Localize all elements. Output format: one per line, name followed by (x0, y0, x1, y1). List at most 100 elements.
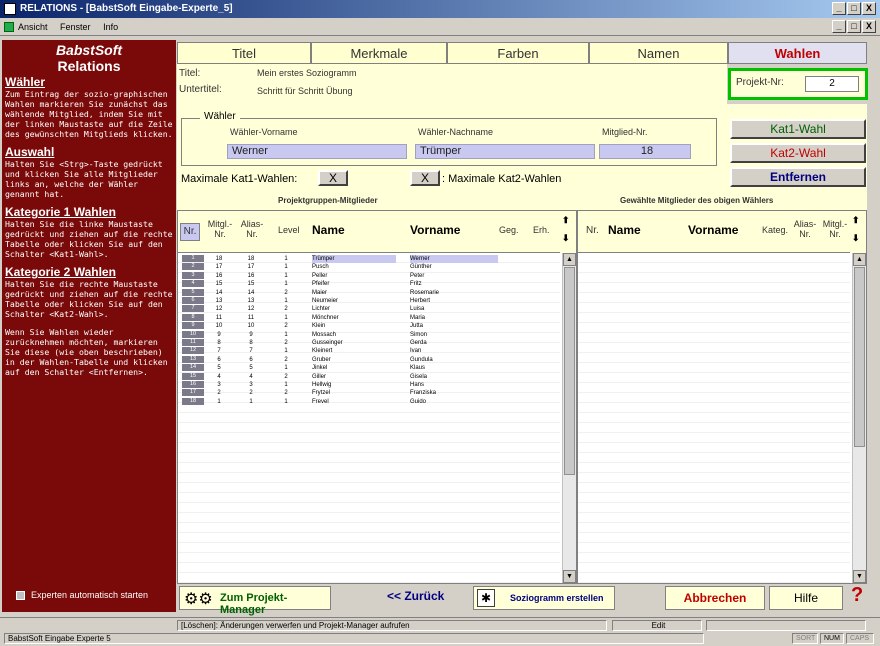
row-selector[interactable]: 15 (182, 372, 204, 380)
table-row[interactable]: 14 5 5 1 Jinkel Klaus (178, 364, 558, 372)
projekt-manager-button[interactable]: ⚙⚙ Zum Projekt-Manager (179, 586, 331, 616)
auto-start-checkbox[interactable] (16, 590, 25, 600)
chosen-scrollbar[interactable]: ▲ ▼ (852, 253, 866, 583)
table-row[interactable]: 13 6 6 2 Gruber Gundula (178, 355, 558, 364)
members-scrollbar[interactable]: ▲ ▼ (562, 253, 576, 583)
kat2-wahl-button[interactable]: Kat2-Wahl (730, 143, 866, 163)
table-row[interactable]: 9 10 10 2 Klein Jutta (178, 322, 558, 330)
sort-down-icon[interactable]: ⬇ (562, 233, 574, 247)
table-row[interactable]: 15 4 4 2 Giller Gisela (178, 372, 558, 381)
hilfe-button[interactable]: Hilfe (769, 586, 843, 610)
row-selector[interactable]: 14 (182, 364, 204, 372)
row-selector[interactable]: 1 (182, 255, 204, 262)
entfernen-button[interactable]: Entfernen (730, 167, 866, 187)
table-row[interactable]: 10 9 9 1 Mossach Simon (178, 330, 558, 339)
col-level[interactable]: Level (278, 225, 300, 235)
kat1-wahl-button[interactable]: Kat1-Wahl (730, 119, 866, 139)
col-r-mitgl-nr[interactable]: Mitgl.-Nr. (822, 219, 848, 239)
row-selector[interactable]: 5 (182, 288, 204, 296)
r-scroll-up-icon[interactable]: ▲ (853, 253, 866, 266)
max-kat2-field[interactable]: X (410, 170, 440, 186)
row-selector[interactable]: 8 (182, 313, 204, 321)
col-name[interactable]: Name (312, 223, 345, 237)
row-selector[interactable]: 6 (182, 297, 204, 304)
r-scroll-down-icon[interactable]: ▼ (853, 570, 866, 583)
row-selector[interactable]: 3 (182, 271, 204, 279)
close-button[interactable]: X (862, 2, 876, 15)
table-row[interactable]: 12 7 7 1 Kleinert Ivan (178, 347, 558, 355)
tab-merkmale[interactable]: Merkmale (311, 42, 447, 64)
tab-wahlen[interactable]: Wahlen (728, 42, 867, 64)
col-vorname[interactable]: Vorname (410, 223, 460, 237)
col-mitgl-nr[interactable]: Mitgl.-Nr. (206, 219, 234, 239)
menu-ansicht[interactable]: Ansicht (18, 22, 48, 32)
row-selector[interactable]: 12 (182, 347, 204, 355)
zurueck-button[interactable]: << Zurück (387, 589, 444, 603)
row-selector[interactable]: 10 (182, 330, 204, 338)
table-row[interactable]: 2 17 17 1 Pusch Günther (178, 263, 558, 271)
minimize-button[interactable]: _ (832, 2, 846, 15)
sort-up-icon[interactable]: ⬆ (562, 215, 574, 229)
table-row[interactable]: 6 13 13 1 Neumeier Herbert (178, 297, 558, 305)
row-selector[interactable]: 2 (182, 263, 204, 271)
table-row[interactable]: 7 12 12 2 Lichter Luisa (178, 305, 558, 313)
table-row[interactable]: 5 14 14 2 Maier Rosemarie (178, 288, 558, 297)
auto-start-option[interactable]: Experten automatisch starten (16, 590, 148, 600)
col-erh[interactable]: Erh. (533, 225, 550, 235)
col-r-vorname[interactable]: Vorname (688, 223, 738, 237)
max-kat2-label: : Maximale Kat2-Wahlen (442, 173, 562, 185)
row-selector[interactable]: 7 (182, 305, 204, 313)
abbrechen-button[interactable]: Abbrechen (665, 586, 765, 610)
members-table[interactable]: Nr. Mitgl.-Nr. Alias-Nr. Level Name Vorn… (177, 210, 577, 584)
chosen-members-table[interactable]: Nr. Name Vorname Kateg. Alias-Nr. Mitgl.… (577, 210, 867, 584)
doc-close-button[interactable]: X (862, 20, 876, 33)
table-cell: 1 (284, 298, 288, 304)
table-row[interactable]: 1 18 18 1 Trümper Werner (178, 255, 558, 263)
doc-restore-button[interactable]: □ (847, 20, 861, 33)
table-row[interactable]: 17 2 2 2 Frytzel Franziska (178, 389, 558, 397)
row-selector[interactable]: 13 (182, 355, 204, 363)
col-r-alias-nr[interactable]: Alias-Nr. (792, 219, 818, 239)
tab-namen[interactable]: Namen (589, 42, 728, 64)
r-sort-down-icon[interactable]: ⬇ (852, 233, 864, 247)
table-row[interactable]: 16 3 3 1 Hellwig Hans (178, 381, 558, 389)
col-r-nr[interactable]: Nr. (586, 225, 599, 236)
col-geg[interactable]: Geg. (499, 225, 519, 235)
mitglied-nr-field[interactable]: 18 (599, 144, 691, 159)
menu-info[interactable]: Info (103, 22, 118, 32)
table-row[interactable]: 3 16 16 1 Peller Peter (178, 271, 558, 280)
doc-minimize-button[interactable]: _ (832, 20, 846, 33)
chosen-table-body[interactable] (578, 253, 850, 583)
r-scroll-thumb[interactable] (854, 267, 865, 447)
max-kat1-field[interactable]: X (318, 170, 348, 186)
col-r-name[interactable]: Name (608, 223, 641, 237)
col-nr[interactable]: Nr. (180, 223, 200, 241)
row-selector[interactable]: 11 (182, 339, 204, 346)
r-sort-up-icon[interactable]: ⬆ (852, 215, 864, 229)
scroll-down-icon[interactable]: ▼ (563, 570, 576, 583)
col-alias-nr[interactable]: Alias-Nr. (238, 219, 266, 239)
help-icon[interactable]: ? (851, 584, 863, 607)
col-r-kateg[interactable]: Kateg. (762, 225, 788, 235)
waehler-vorname-field[interactable]: Werner (227, 144, 407, 159)
scroll-up-icon[interactable]: ▲ (563, 253, 576, 266)
row-selector[interactable]: 18 (182, 397, 204, 405)
waehler-nachname-field[interactable]: Trümper (415, 144, 595, 159)
soziogramm-button[interactable]: ✱ Soziogramm erstellen (473, 586, 615, 610)
scroll-thumb[interactable] (564, 267, 575, 475)
menu-fenster[interactable]: Fenster (60, 22, 91, 32)
table-row[interactable]: 18 1 1 1 Frevel Guido (178, 397, 558, 406)
table-row[interactable]: 8 11 11 1 Mönchner Maria (178, 313, 558, 322)
tab-farben[interactable]: Farben (447, 42, 589, 64)
table-cell: 2 (217, 390, 221, 397)
row-selector[interactable]: 16 (182, 381, 204, 388)
status-num: NUM (820, 633, 844, 644)
row-selector[interactable]: 9 (182, 322, 204, 330)
tab-titel[interactable]: Titel (177, 42, 311, 64)
maximize-button[interactable]: □ (847, 2, 861, 15)
table-row[interactable]: 4 15 15 1 Pfeifer Fritz (178, 280, 558, 288)
table-row[interactable]: 11 8 8 2 Gusseinger Gerda (178, 339, 558, 347)
row-selector[interactable]: 17 (182, 389, 204, 397)
members-table-body[interactable]: 1 18 18 1 Trümper Werner 2 17 17 1 Pusch Günther 3 16… (178, 253, 560, 583)
row-selector[interactable]: 4 (182, 280, 204, 288)
